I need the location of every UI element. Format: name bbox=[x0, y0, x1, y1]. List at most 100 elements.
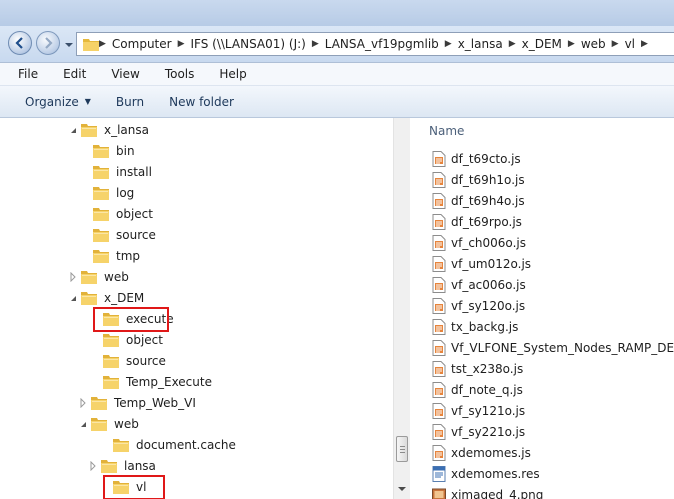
file-row[interactable]: xdemomes.js bbox=[432, 443, 531, 463]
breadcrumb-separator[interactable]: ▶ bbox=[612, 39, 619, 49]
js-file-icon bbox=[432, 340, 446, 356]
tree-item[interactable]: x_DEM bbox=[68, 288, 144, 308]
file-row[interactable]: ximaged_4.png bbox=[432, 485, 543, 499]
file-row[interactable]: df_t69cto.js bbox=[432, 149, 521, 169]
navigation-bar: ▶ Computer ▶ IFS (\\LANSA01) (J:) ▶ LANS… bbox=[0, 26, 674, 63]
recent-pages-dropdown-icon[interactable] bbox=[64, 40, 74, 50]
tree-item[interactable]: web bbox=[78, 414, 139, 434]
file-row[interactable]: df_t69h4o.js bbox=[432, 191, 525, 211]
menu-file[interactable]: File bbox=[18, 67, 46, 81]
tree-item[interactable]: object bbox=[80, 204, 153, 224]
folder-icon bbox=[101, 460, 117, 473]
file-row[interactable]: vf_sy121o.js bbox=[432, 401, 525, 421]
back-arrow-icon bbox=[15, 37, 23, 49]
tree-collapsed-icon[interactable] bbox=[78, 398, 88, 408]
breadcrumb-lansa-lib[interactable]: LANSA_vf19pgmlib bbox=[325, 37, 439, 51]
tree-expanded-icon[interactable] bbox=[68, 125, 78, 135]
organize-button[interactable]: Organize ▼ bbox=[25, 95, 91, 109]
burn-button[interactable]: Burn bbox=[116, 95, 144, 109]
js-file-icon bbox=[432, 151, 446, 167]
breadcrumb-vl[interactable]: vl bbox=[625, 37, 635, 51]
tree-expanded-icon[interactable] bbox=[68, 293, 78, 303]
navigation-pane[interactable]: x_lansa bin install log object source tmp web x_… bbox=[0, 118, 393, 499]
breadcrumb-web[interactable]: web bbox=[581, 37, 606, 51]
js-file-icon bbox=[432, 382, 446, 398]
breadcrumb-separator[interactable]: ▶ bbox=[509, 39, 516, 49]
tree-item[interactable]: object bbox=[90, 330, 163, 350]
breadcrumb-separator[interactable]: ▶ bbox=[99, 39, 106, 49]
column-header-name[interactable]: Name bbox=[429, 124, 464, 138]
tree-item-label: web bbox=[114, 417, 139, 431]
file-row[interactable]: vf_um012o.js bbox=[432, 254, 531, 274]
menu-edit[interactable]: Edit bbox=[55, 67, 94, 81]
tree-expanded-icon[interactable] bbox=[78, 419, 88, 429]
tree-collapsed-icon[interactable] bbox=[88, 461, 98, 471]
tree-item[interactable]: tmp bbox=[80, 246, 140, 266]
tree-item[interactable]: source bbox=[80, 225, 156, 245]
breadcrumb-separator[interactable]: ▶ bbox=[568, 39, 575, 49]
file-row[interactable]: xdemomes.res bbox=[432, 464, 540, 484]
tree-item[interactable]: document.cache bbox=[100, 435, 236, 455]
file-row[interactable]: df_t69rpo.js bbox=[432, 212, 522, 232]
tree-item-label: object bbox=[126, 333, 163, 347]
file-name: df_t69cto.js bbox=[451, 152, 521, 166]
tree-item-label: install bbox=[116, 165, 152, 179]
folder-icon bbox=[93, 250, 109, 263]
tree-item-label: log bbox=[116, 186, 135, 200]
js-file-icon bbox=[432, 445, 446, 461]
js-file-icon bbox=[432, 277, 446, 293]
back-button[interactable] bbox=[8, 31, 32, 55]
tree-collapsed-icon[interactable] bbox=[68, 272, 78, 282]
breadcrumb-x-dem[interactable]: x_DEM bbox=[522, 37, 562, 51]
folder-icon bbox=[91, 418, 107, 431]
menu-tools[interactable]: Tools bbox=[157, 67, 203, 81]
file-row[interactable]: Vf_VLFONE_System_Nodes_RAMP_DEFAULT bbox=[432, 338, 674, 358]
breadcrumb-separator[interactable]: ▶ bbox=[641, 39, 648, 49]
file-row[interactable]: vf_ac006o.js bbox=[432, 275, 526, 295]
folder-icon bbox=[81, 271, 97, 284]
forward-button[interactable] bbox=[36, 31, 60, 55]
organize-label: Organize bbox=[25, 94, 79, 109]
scroll-down-arrow-icon[interactable] bbox=[397, 484, 407, 494]
breadcrumb-separator[interactable]: ▶ bbox=[312, 39, 319, 49]
address-bar[interactable]: ▶ Computer ▶ IFS (\\LANSA01) (J:) ▶ LANS… bbox=[76, 32, 674, 56]
tree-item[interactable]: web bbox=[68, 267, 129, 287]
tree-item[interactable]: bin bbox=[80, 141, 135, 161]
breadcrumb-x-lansa[interactable]: x_lansa bbox=[458, 37, 503, 51]
tree-item[interactable]: x_lansa bbox=[68, 120, 149, 140]
navigation-pane-scrollbar[interactable] bbox=[393, 118, 410, 499]
file-list[interactable]: Name df_t69cto.js df_t69h1o.js df_t69h4o.j… bbox=[410, 118, 674, 499]
tree-item[interactable]: Temp_Web_VI bbox=[78, 393, 196, 413]
tree-item-label: lansa bbox=[124, 459, 156, 473]
tree-item[interactable]: Temp_Execute bbox=[90, 372, 212, 392]
tree-item-label: web bbox=[104, 270, 129, 284]
file-row[interactable]: tst_x238o.js bbox=[432, 359, 523, 379]
file-row[interactable]: tx_backg.js bbox=[432, 317, 518, 337]
tree-item[interactable]: lansa bbox=[88, 456, 156, 476]
js-file-icon bbox=[432, 298, 446, 314]
tree-item-label: object bbox=[116, 207, 153, 221]
file-row[interactable]: vf_sy120o.js bbox=[432, 296, 525, 316]
file-row[interactable]: vf_sy221o.js bbox=[432, 422, 525, 442]
scrollbar-thumb[interactable] bbox=[396, 436, 408, 462]
breadcrumb-separator[interactable]: ▶ bbox=[178, 39, 185, 49]
menu-help[interactable]: Help bbox=[211, 67, 254, 81]
js-file-icon bbox=[432, 403, 446, 419]
tree-item-label: x_lansa bbox=[104, 123, 149, 137]
tree-item[interactable]: install bbox=[80, 162, 152, 182]
tree-item[interactable]: log bbox=[80, 183, 134, 203]
folder-icon bbox=[81, 124, 97, 137]
js-file-icon bbox=[432, 361, 446, 377]
file-row[interactable]: vf_ch006o.js bbox=[432, 233, 526, 253]
breadcrumb-separator[interactable]: ▶ bbox=[445, 39, 452, 49]
breadcrumb-computer[interactable]: Computer bbox=[112, 37, 172, 51]
new-folder-button[interactable]: New folder bbox=[169, 95, 234, 109]
file-row[interactable]: df_t69h1o.js bbox=[432, 170, 525, 190]
menu-view[interactable]: View bbox=[103, 67, 147, 81]
breadcrumb-drive[interactable]: IFS (\\LANSA01) (J:) bbox=[191, 37, 306, 51]
file-row[interactable]: df_note_q.js bbox=[432, 380, 523, 400]
tree-item[interactable]: source bbox=[90, 351, 166, 371]
